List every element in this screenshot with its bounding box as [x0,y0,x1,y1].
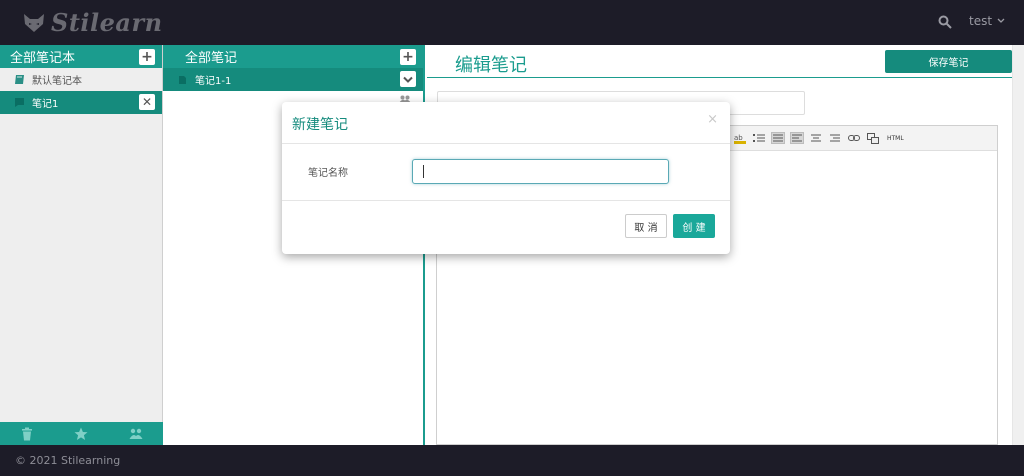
dialog-footer: 取 消 创 建 [282,201,730,253]
dialog-title: 新建笔记 [292,117,348,133]
dialog-body: 笔记名称 [282,144,730,201]
close-icon[interactable]: × [707,112,718,127]
note-name-label: 笔记名称 [308,168,348,179]
dialog-header: 新建笔记 × [282,102,730,144]
cancel-button[interactable]: 取 消 [625,214,667,238]
text-cursor [423,165,424,178]
create-button[interactable]: 创 建 [673,214,715,238]
note-name-input[interactable] [412,159,669,184]
new-note-dialog: 新建笔记 × 笔记名称 取 消 创 建 [282,102,730,254]
